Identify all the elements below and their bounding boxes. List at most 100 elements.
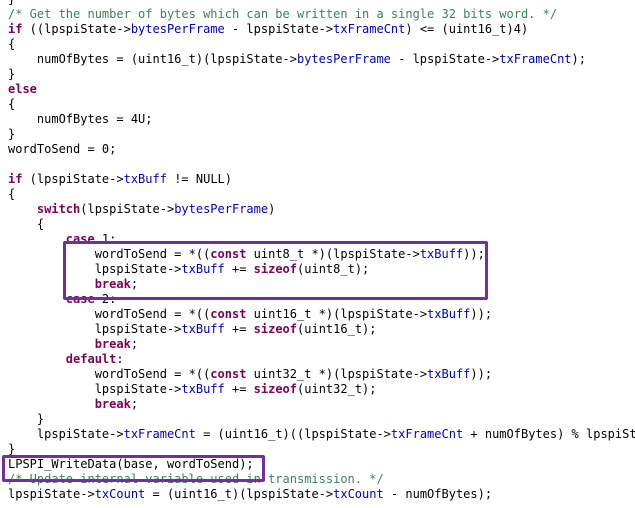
code-line[interactable]: lpspiState->txBuff += sizeof(uint8_t); xyxy=(8,262,370,277)
code-line[interactable]: else xyxy=(8,82,37,97)
code-token: wordToSend = 0; xyxy=(8,142,117,156)
code-line[interactable]: break; xyxy=(8,337,138,352)
code-token: : xyxy=(116,352,124,366)
code-line[interactable]: switch(lpspiState->bytesPerFrame) xyxy=(8,202,275,217)
code-line[interactable]: { xyxy=(8,217,44,232)
code-token: (lpspiState-> xyxy=(80,202,175,216)
code-line[interactable]: numOfBytes = (uint16_t)(lpspiState->byte… xyxy=(8,52,586,67)
code-token: lpspiState-> xyxy=(8,322,182,336)
code-line[interactable]: case 1: xyxy=(8,232,117,247)
code-token: - numOfBytes); xyxy=(383,487,493,501)
code-token: /* Get the number of bytes which can be … xyxy=(8,7,558,21)
code-token: uint8_t *)(lpspiState-> xyxy=(246,247,420,261)
code-line[interactable]: lpspiState->txFrameCnt = (uint16_t)((lps… xyxy=(8,427,635,442)
code-token: ((lpspiState-> xyxy=(22,22,131,36)
code-token: txBuff xyxy=(427,367,471,381)
code-token: } xyxy=(8,127,16,141)
code-token: bytesPerFrame xyxy=(174,202,269,216)
code-token: ) <= (uint16_t)4) xyxy=(405,22,529,36)
code-token: break xyxy=(94,337,131,351)
code-token: switch xyxy=(36,202,81,216)
code-line[interactable]: } xyxy=(8,0,15,7)
code-line[interactable]: lpspiState->txBuff += sizeof(uint32_t); xyxy=(8,382,377,397)
code-token: { xyxy=(8,37,16,51)
code-editor[interactable]: }/* Get the number of bytes which can be… xyxy=(0,0,635,508)
code-line[interactable]: { xyxy=(8,187,15,202)
code-line[interactable]: break; xyxy=(8,277,138,292)
code-token: += xyxy=(224,322,254,336)
code-line[interactable]: if (lpspiState->txBuff != NULL) xyxy=(8,172,232,187)
code-token: (uint8_t); xyxy=(297,262,370,276)
code-token: 2: xyxy=(94,292,117,306)
code-token: } xyxy=(8,412,45,426)
code-token: wordToSend = *(( xyxy=(8,247,211,261)
code-line[interactable]: } xyxy=(8,412,44,427)
code-token: (uint32_t); xyxy=(297,382,377,396)
code-line[interactable]: if ((lpspiState->bytesPerFrame - lpspiSt… xyxy=(8,22,528,37)
code-line[interactable]: { xyxy=(8,37,15,52)
code-token: ) xyxy=(268,202,276,216)
code-token: txBuff xyxy=(181,322,225,336)
code-token: txBuff xyxy=(181,382,225,396)
code-token: txFrameCnt xyxy=(333,22,406,36)
code-line[interactable]: } xyxy=(8,442,15,457)
code-token: case xyxy=(65,232,95,246)
code-line[interactable]: LPSPI_WriteData(base, wordToSend); xyxy=(8,457,254,472)
code-token: { xyxy=(8,97,16,111)
code-token: lpspiState-> xyxy=(8,262,182,276)
code-token: += xyxy=(224,262,254,276)
code-token: } xyxy=(8,0,15,6)
code-token: + numOfBytes) % lpspiState xyxy=(470,427,635,441)
code-line[interactable]: case 2: xyxy=(8,292,117,307)
code-token: numOfBytes = (uint16_t)(lpspiState-> xyxy=(8,52,297,66)
code-line[interactable]: lpspiState->txBuff += sizeof(uint16_t); xyxy=(8,322,377,337)
code-token: /* Update internal variable used in tran… xyxy=(8,472,384,486)
code-token: { xyxy=(8,217,45,231)
code-token: 1: xyxy=(94,232,117,246)
code-token: lpspiState-> xyxy=(8,382,182,396)
code-token: uint16_t *)(lpspiState-> xyxy=(246,307,428,321)
code-line[interactable]: lpspiState->txCount = (uint16_t)(lpspiSt… xyxy=(8,487,492,502)
code-token: bytesPerFrame xyxy=(296,52,391,66)
code-line[interactable]: wordToSend = *((const uint16_t *)(lpspiS… xyxy=(8,307,492,322)
code-token: numOfBytes = 4U; xyxy=(8,112,153,126)
code-token: = (uint16_t)(lpspiState-> xyxy=(145,487,334,501)
code-line[interactable]: /* Get the number of bytes which can be … xyxy=(8,7,557,22)
code-token: } xyxy=(8,442,16,456)
code-token: uint32_t *)(lpspiState-> xyxy=(246,367,428,381)
code-token: bytesPerFrame xyxy=(130,22,225,36)
code-line[interactable]: { xyxy=(8,97,15,112)
code-token: )); xyxy=(463,247,485,261)
code-token: != NULL) xyxy=(166,172,232,186)
code-token: const xyxy=(210,247,247,261)
code-token: txFrameCnt xyxy=(390,427,464,441)
code-token: break xyxy=(94,277,131,291)
code-line[interactable]: /* Update internal variable used in tran… xyxy=(8,472,384,487)
code-token: txCount xyxy=(333,487,384,501)
code-line[interactable]: } xyxy=(8,67,15,82)
code-token: txCount xyxy=(94,487,146,501)
code-line[interactable]: wordToSend = *((const uint32_t *)(lpspiS… xyxy=(8,367,492,382)
code-token: LPSPI_WriteData(base, wordToSend); xyxy=(8,457,254,471)
code-line[interactable]: wordToSend = *((const uint8_t *)(lpspiSt… xyxy=(8,247,485,262)
code-token: txBuff xyxy=(427,307,471,321)
code-token: break xyxy=(94,397,131,411)
code-token: (lpspiState-> xyxy=(22,172,124,186)
code-token: ; xyxy=(130,397,139,411)
code-token: sizeof xyxy=(253,322,298,336)
code-line[interactable]: } xyxy=(8,127,15,142)
code-token: txBuff xyxy=(181,262,225,276)
code-token: if xyxy=(8,172,23,186)
code-line[interactable]: default: xyxy=(8,352,124,367)
code-line[interactable]: numOfBytes = 4U; xyxy=(8,112,153,127)
code-line[interactable]: break; xyxy=(8,397,138,412)
code-line[interactable]: wordToSend = 0; xyxy=(8,142,116,157)
code-token: sizeof xyxy=(253,262,298,276)
code-token: } xyxy=(8,67,16,81)
code-token: txBuff xyxy=(123,172,167,186)
